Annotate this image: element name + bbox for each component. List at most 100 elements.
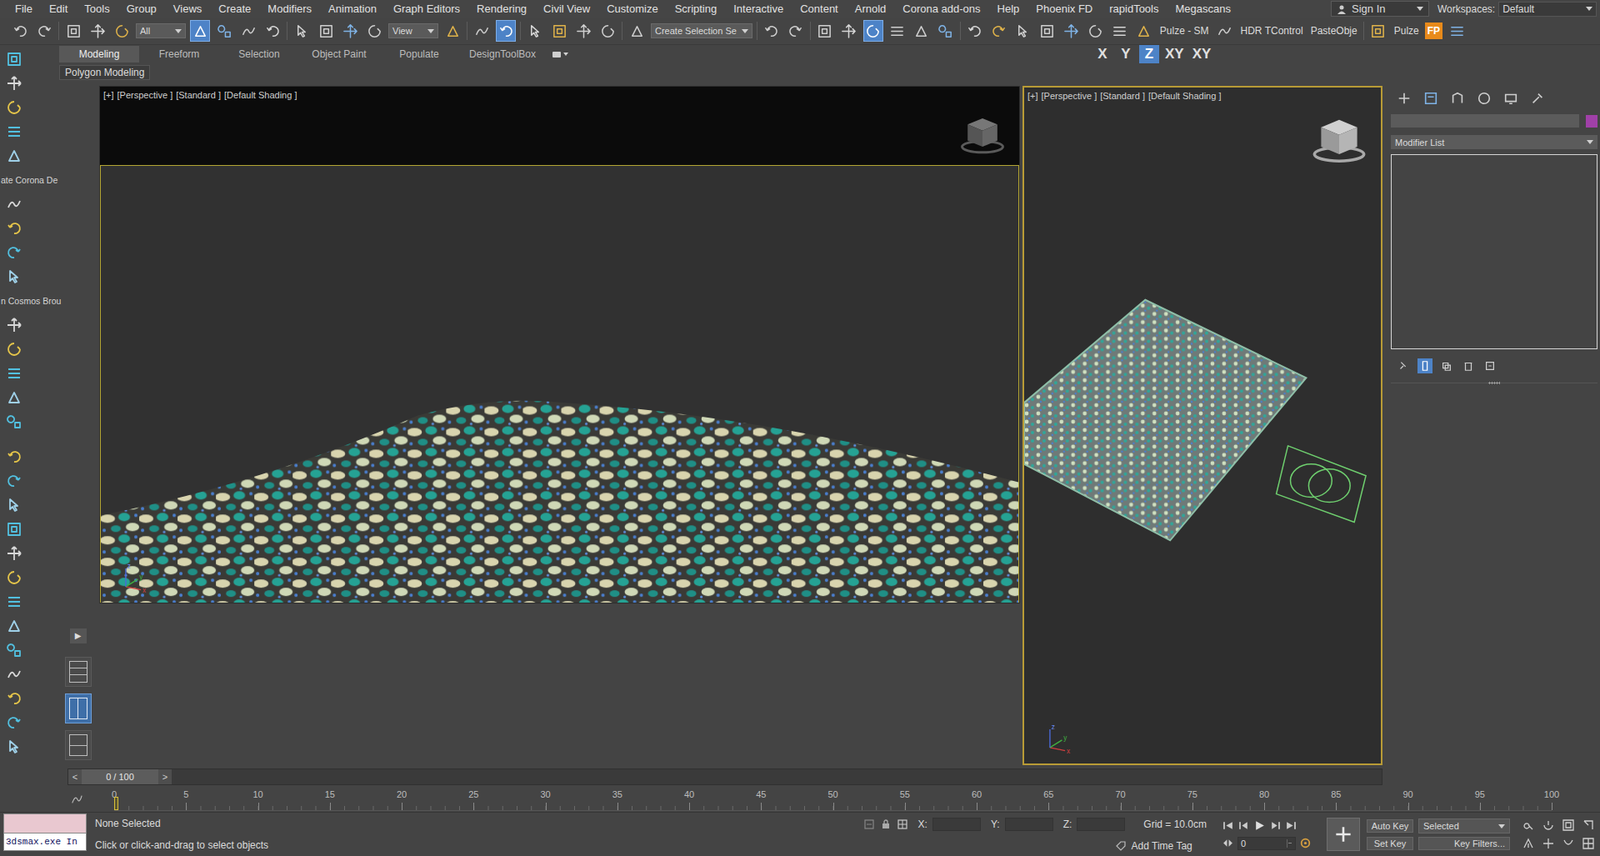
- object-color-swatch[interactable]: [1585, 115, 1598, 128]
- key-mode-icon[interactable]: [1221, 836, 1235, 850]
- play-icon[interactable]: [1253, 819, 1266, 832]
- stack-button[interactable]: [1417, 358, 1433, 374]
- toolbar-button[interactable]: [1013, 20, 1034, 42]
- command-button[interactable]: [5, 340, 24, 359]
- toolbar-button[interactable]: [87, 20, 108, 42]
- command-button[interactable]: [5, 388, 24, 407]
- toolbar-button[interactable]: [10, 20, 30, 42]
- menu-item[interactable]: Help: [989, 0, 1029, 18]
- toolbar-button[interactable]: [573, 20, 594, 42]
- viewport-menu-label[interactable]: [+]: [103, 90, 115, 100]
- command-label[interactable]: ate Corona De: [0, 170, 58, 190]
- toolbar-button[interactable]: [291, 20, 312, 42]
- toolbar-button[interactable]: [214, 20, 235, 42]
- navigation-icon[interactable]: [1561, 836, 1575, 850]
- track-bar-ruler[interactable]: 0510152025303540455055606570758085909510…: [114, 788, 1552, 811]
- axis-constraint-button[interactable]: Z: [1139, 45, 1160, 64]
- toolbar-button[interactable]: [111, 20, 132, 42]
- maxscript-input[interactable]: 3dsmax.exe In: [3, 833, 87, 851]
- menu-item[interactable]: Create: [210, 0, 260, 18]
- toolbar-label-button[interactable]: PasteObje: [1309, 25, 1360, 37]
- navigation-icon[interactable]: [1561, 818, 1575, 832]
- command-button[interactable]: [5, 689, 24, 708]
- toolbar-label-button[interactable]: HDR TControl: [1239, 25, 1305, 37]
- command-button[interactable]: [5, 568, 24, 587]
- viewport-menu-label[interactable]: [+]: [1027, 90, 1039, 101]
- command-panel-tab[interactable]: [1395, 90, 1413, 107]
- menu-item[interactable]: Modifiers: [259, 0, 320, 18]
- toolbar-button[interactable]: [887, 20, 908, 42]
- go-to-end-icon[interactable]: [1285, 819, 1298, 832]
- layout-tab[interactable]: [65, 656, 92, 687]
- command-button[interactable]: [5, 364, 24, 383]
- viewport[interactable]: [+][Perspective ][Standard ][Default Sha…: [1022, 85, 1383, 765]
- menu-item[interactable]: rapidTools: [1100, 0, 1167, 18]
- previous-frame-button[interactable]: <: [68, 769, 82, 785]
- command-button[interactable]: [5, 640, 24, 660]
- toolbar-button[interactable]: [785, 20, 806, 42]
- command-button[interactable]: [5, 74, 24, 93]
- viewport-menu-label[interactable]: [Perspective ]: [117, 90, 174, 100]
- command-panel-tab[interactable]: [1529, 90, 1546, 107]
- go-to-start-icon[interactable]: [1221, 819, 1235, 832]
- toolbar-button[interactable]: [761, 20, 782, 42]
- toolbar-button[interactable]: [34, 20, 55, 42]
- command-button[interactable]: [5, 471, 24, 490]
- navigation-icon[interactable]: [1541, 818, 1555, 832]
- current-frame-field[interactable]: 0: [1237, 836, 1296, 850]
- navigation-icon[interactable]: [1521, 836, 1535, 850]
- coordinate-field[interactable]: [1076, 817, 1125, 831]
- key-mode-dropdown[interactable]: Selected: [1418, 818, 1510, 834]
- toolbar-dropdown[interactable]: All: [135, 23, 186, 39]
- command-panel-tab[interactable]: [1422, 90, 1440, 107]
- menu-item[interactable]: Civil View: [535, 0, 599, 18]
- menu-item[interactable]: Corona add-ons: [894, 0, 989, 18]
- viewport-menu-label[interactable]: [Perspective ]: [1041, 90, 1098, 101]
- time-tag-icon[interactable]: [1115, 840, 1127, 852]
- toolbar-button[interactable]: [525, 20, 545, 42]
- set-keys-button[interactable]: [1326, 817, 1360, 851]
- command-button[interactable]: [5, 665, 24, 684]
- navigation-icon[interactable]: [1521, 818, 1535, 832]
- command-button[interactable]: [5, 195, 24, 214]
- ribbon-tab[interactable]: Object Paint: [299, 45, 380, 63]
- viewcube-icon[interactable]: [1309, 112, 1370, 168]
- command-button[interactable]: [5, 713, 24, 732]
- stack-button[interactable]: [1395, 358, 1411, 374]
- command-button[interactable]: [5, 544, 24, 563]
- menu-item[interactable]: Graph Editors: [385, 0, 469, 18]
- next-frame-button[interactable]: >: [158, 769, 172, 785]
- toolbar-button[interactable]: [1368, 20, 1389, 42]
- menu-item[interactable]: Animation: [320, 0, 385, 18]
- command-button[interactable]: [5, 412, 24, 431]
- layout-tab[interactable]: [65, 693, 92, 724]
- command-panel-tab[interactable]: [1449, 90, 1466, 107]
- maxscript-output[interactable]: [3, 813, 87, 834]
- object-name-field[interactable]: [1390, 114, 1580, 128]
- toolbar-button[interactable]: [495, 20, 516, 42]
- toolbar-button[interactable]: [315, 20, 336, 42]
- workspaces-dropdown[interactable]: Default: [1498, 1, 1597, 17]
- time-slider-track[interactable]: <0 / 100>: [67, 768, 1383, 785]
- command-button[interactable]: [5, 267, 24, 286]
- command-button[interactable]: [5, 315, 24, 335]
- viewport-menu-label[interactable]: [Standard ]: [1100, 90, 1145, 101]
- command-label[interactable]: n Cosmos Brou: [0, 291, 61, 310]
- axis-constraint-button[interactable]: Y: [1115, 45, 1136, 64]
- toolbar-button[interactable]: [364, 20, 385, 42]
- command-button[interactable]: [5, 592, 24, 611]
- sign-in-button[interactable]: Sign In: [1330, 0, 1430, 17]
- toolbar-button[interactable]: [911, 20, 932, 42]
- toolbar-button[interactable]: [1085, 20, 1106, 42]
- toolbar-button[interactable]: [626, 20, 647, 42]
- previous-frame-icon[interactable]: [1237, 819, 1250, 832]
- menu-item[interactable]: Megascans: [1167, 0, 1240, 18]
- menu-item[interactable]: Views: [165, 0, 210, 18]
- toolbar-button[interactable]: [863, 20, 884, 42]
- toolbar-button[interactable]: [815, 20, 835, 42]
- coordinate-field[interactable]: [1005, 817, 1054, 831]
- ribbon-tab[interactable]: Populate: [379, 45, 460, 63]
- axis-constraint-button[interactable]: XY: [1162, 45, 1187, 64]
- menu-item[interactable]: Customize: [598, 0, 666, 18]
- toolbar-dropdown[interactable]: View: [388, 23, 439, 39]
